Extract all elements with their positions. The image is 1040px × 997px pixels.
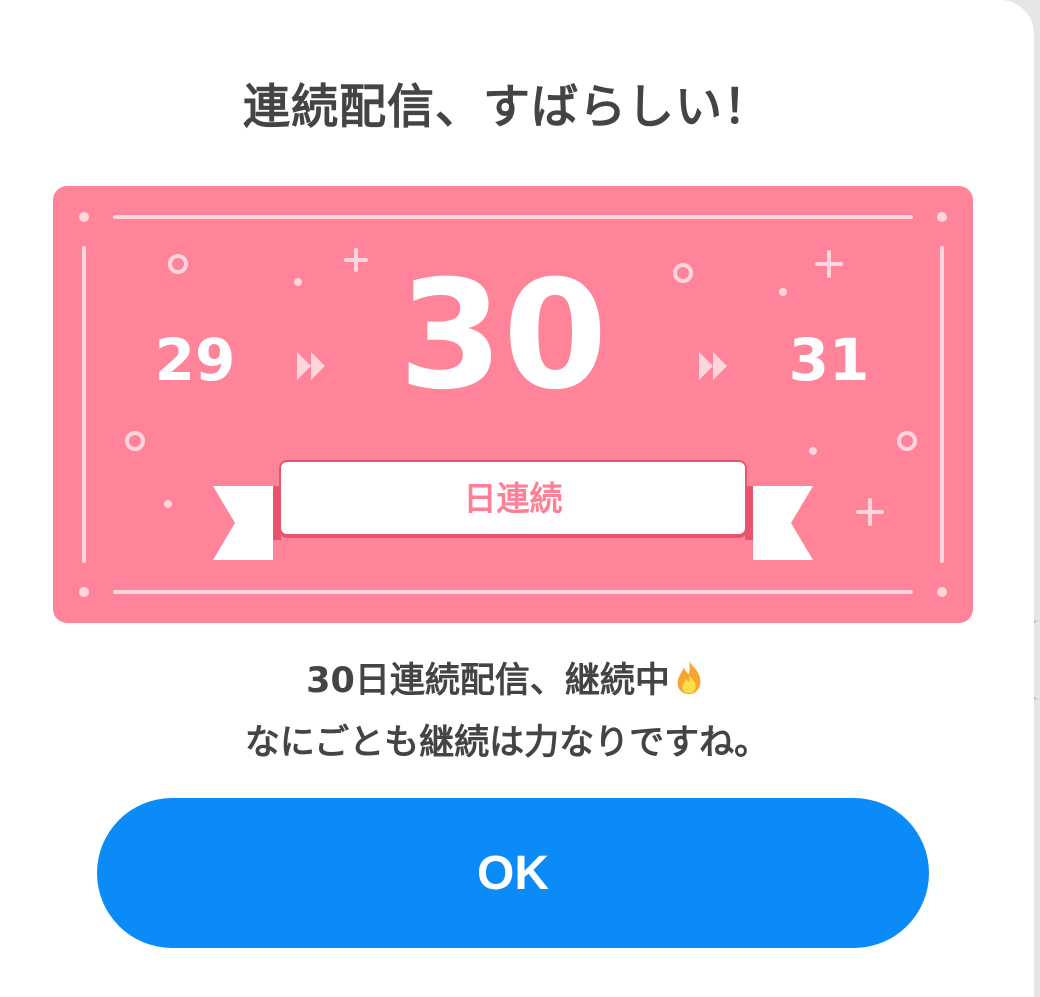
- message-line-2: なにごとも継続は力なりですね。: [244, 723, 770, 763]
- previous-day-number: 29: [154, 326, 236, 394]
- current-day-number: 30: [398, 249, 608, 423]
- double-chevron-right-icon: [297, 352, 325, 380]
- dialog-title: 連続配信、すばらしい！: [243, 80, 771, 135]
- streak-message: 30日連続配信、継続中 なにごとも継続は力なりですね。: [0, 650, 1014, 774]
- streak-card: 29 30 31 日連続: [53, 186, 973, 623]
- streak-dialog: 連続配信、すばらしい！ 29 30 31 日連続 30日連続配信、継続中 なにご…: [0, 0, 1034, 997]
- message-line-1-text: 30日連続配信、継続中: [306, 661, 670, 701]
- next-day-number: 31: [788, 326, 870, 394]
- ok-button[interactable]: OK: [97, 798, 929, 948]
- flame-icon: [677, 660, 701, 695]
- streak-ribbon-label: 日連続: [463, 479, 563, 518]
- message-line-1: 30日連続配信、継続中: [0, 650, 1014, 712]
- double-chevron-right-icon: [699, 352, 727, 380]
